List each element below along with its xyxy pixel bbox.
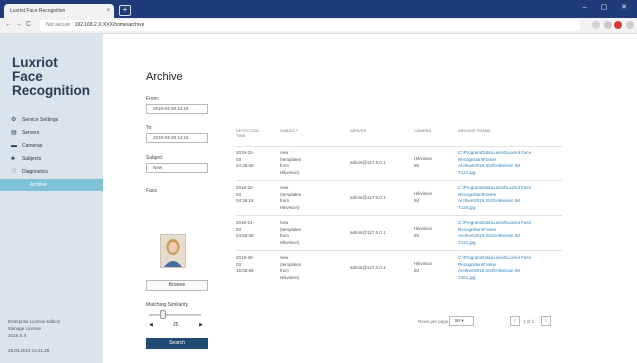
security-indicator[interactable]: Not secure — [46, 22, 70, 28]
cell-subject: new (templates from Hikvision) — [280, 150, 302, 175]
from-date-input[interactable]: 2019-03-28 14:18 — [146, 104, 208, 114]
increment-icon[interactable]: ▶ — [199, 322, 203, 328]
sidebar-item-label: Servers — [22, 130, 40, 136]
diagnostics-icon: ♡ — [11, 169, 17, 175]
prev-page-icon[interactable]: ‹ — [510, 316, 520, 326]
cell-server: admin@127.0.0.1 — [350, 195, 386, 200]
browse-button[interactable]: Browse — [146, 280, 208, 291]
cell-subject: new (templates from Hikvision) — [280, 220, 302, 245]
sidebar-item-cameras[interactable]: ▬ Cameras — [0, 140, 103, 153]
reload-icon[interactable]: C — [26, 21, 31, 28]
decrement-icon[interactable]: ◀ — [149, 322, 153, 328]
column-header[interactable]: Detection Time — [236, 128, 266, 138]
divider — [236, 215, 562, 216]
main-panel: Archive From: 2019-03-28 14:18 To: 2019-… — [103, 34, 637, 363]
sidebar-timestamp: 28.03.2019 14:21:28 — [8, 348, 50, 353]
subject-select[interactable]: New — [146, 163, 208, 173]
cell-server: admin@127.0.0.1 — [350, 265, 386, 270]
sidebar-item-service-settings[interactable]: ⚙ Service Settings — [0, 114, 103, 127]
cell-time: 2019-20- 03 04:36:18 — [236, 185, 255, 203]
similarity-slider-track[interactable] — [149, 314, 201, 316]
cell-server: admin@127.0.0.1 — [350, 230, 386, 235]
server-icon: ▤ — [11, 130, 17, 136]
face-label: Face — [146, 188, 158, 194]
url-input[interactable]: Not secure 192.168.2.X:XXX/home/archive — [40, 20, 580, 31]
rows-per-page-label: Rows per page — [418, 319, 449, 324]
similarity-stepper: ◀ 25 ▶ — [147, 322, 205, 330]
opera-icon[interactable] — [614, 21, 622, 29]
rows-per-page-select[interactable]: 50 ▾ — [449, 316, 474, 326]
cell-frame-link[interactable]: C:\ProgramData\Luxriot\Luxriot Face Recog… — [458, 150, 531, 176]
browser-tab-title: Luxriot Face Recognition — [10, 8, 66, 14]
profile-icon[interactable] — [626, 21, 634, 29]
column-header[interactable]: Server — [350, 128, 366, 133]
app-logo: Luxriot Face Recognition — [12, 55, 90, 98]
column-header[interactable]: Archive Frame — [458, 128, 491, 133]
cell-subject: new (templates from Hikvision) — [280, 255, 302, 280]
star-icon[interactable] — [592, 21, 600, 29]
cell-camera: Hikvision IM — [414, 156, 433, 168]
face-thumbnail — [160, 234, 186, 268]
sidebar-item-label: Diagnostics — [22, 169, 48, 175]
similarity-slider-thumb[interactable] — [160, 310, 166, 319]
cell-subject: new (templates from Hikvision) — [280, 185, 302, 210]
cell-camera: Hikvision IM — [414, 226, 433, 238]
sidebar-item-diagnostics[interactable]: ♡ Diagnostics — [0, 166, 103, 179]
window-controls[interactable]: – ▢ ✕ — [583, 3, 633, 11]
page-title: Archive — [146, 71, 183, 83]
sidebar-item-subjects[interactable]: ♣ Subjects — [0, 153, 103, 166]
sidebar-item-label: Subjects — [22, 156, 42, 162]
back-arrow-icon[interactable]: ← — [5, 21, 12, 28]
column-header[interactable]: Camera — [414, 128, 431, 133]
cell-server: admin@127.0.0.1 — [350, 160, 386, 165]
url-text: 192.168.2.X:XXX/home/archive — [74, 22, 145, 28]
extension-icon[interactable] — [604, 21, 612, 29]
sidebar-item-label: Cameras — [22, 143, 43, 149]
browser-tab[interactable]: Luxriot Face Recognition × — [4, 4, 114, 18]
camera-icon: ▬ — [11, 143, 17, 149]
sidebar-item-label: Service Settings — [22, 117, 59, 123]
divider — [236, 180, 562, 181]
sidebar: Luxriot Face Recognition ⚙ Service Setti… — [0, 34, 103, 363]
sidebar-nav: ⚙ Service Settings ▤ Servers ▬ Cameras ♣… — [0, 114, 103, 191]
from-label: From: — [146, 96, 160, 102]
cell-camera: Hikvision IM — [414, 261, 433, 273]
similarity-label: Matching Similarity — [146, 302, 188, 308]
address-bar: ← → C Not secure 192.168.2.X:XXX/home/ar… — [0, 18, 637, 34]
new-tab-button[interactable]: + — [119, 5, 131, 16]
cell-time: 2019-26- 03 16:06:59 — [236, 255, 255, 273]
sidebar-item-archive[interactable]: Archive — [0, 179, 103, 191]
page-range: 1 of 1 — [523, 319, 535, 324]
forward-arrow-icon[interactable]: → — [15, 21, 22, 28]
divider — [236, 146, 562, 147]
next-page-icon[interactable]: › — [541, 316, 551, 326]
to-label: To: — [146, 125, 153, 131]
subject-label: Subject — [146, 155, 163, 161]
license-info: Enterprise License Edition Manage Licens… — [8, 319, 61, 338]
similarity-value: 25 — [173, 322, 179, 328]
gear-icon: ⚙ — [11, 117, 17, 123]
cell-frame-link[interactable]: C:\ProgramData\Luxriot\Luxriot Face Recog… — [458, 185, 531, 211]
subjects-icon: ♣ — [11, 156, 15, 162]
cell-time: 2019-21- 03 04:59:59 — [236, 220, 255, 238]
tab-close-icon[interactable]: × — [106, 4, 110, 18]
sidebar-item-servers[interactable]: ▤ Servers — [0, 127, 103, 140]
cell-time: 2019-20- 03 04:36:08 — [236, 150, 255, 168]
cell-camera: Hikvision IM — [414, 191, 433, 203]
to-date-input[interactable]: 2019-03-28 14:18 — [146, 133, 208, 143]
cell-frame-link[interactable]: C:\ProgramData\Luxriot\Luxriot Face Recog… — [458, 220, 531, 246]
manage-license-link[interactable]: Manage License — [8, 325, 60, 332]
cell-frame-link[interactable]: C:\ProgramData\Luxriot\Luxriot Face Recog… — [458, 255, 531, 281]
column-header[interactable]: Subject — [280, 128, 298, 133]
search-button[interactable]: Search — [146, 338, 208, 349]
browser-tab-bar: Luxriot Face Recognition × + – ▢ ✕ — [0, 0, 637, 18]
divider — [236, 250, 562, 251]
